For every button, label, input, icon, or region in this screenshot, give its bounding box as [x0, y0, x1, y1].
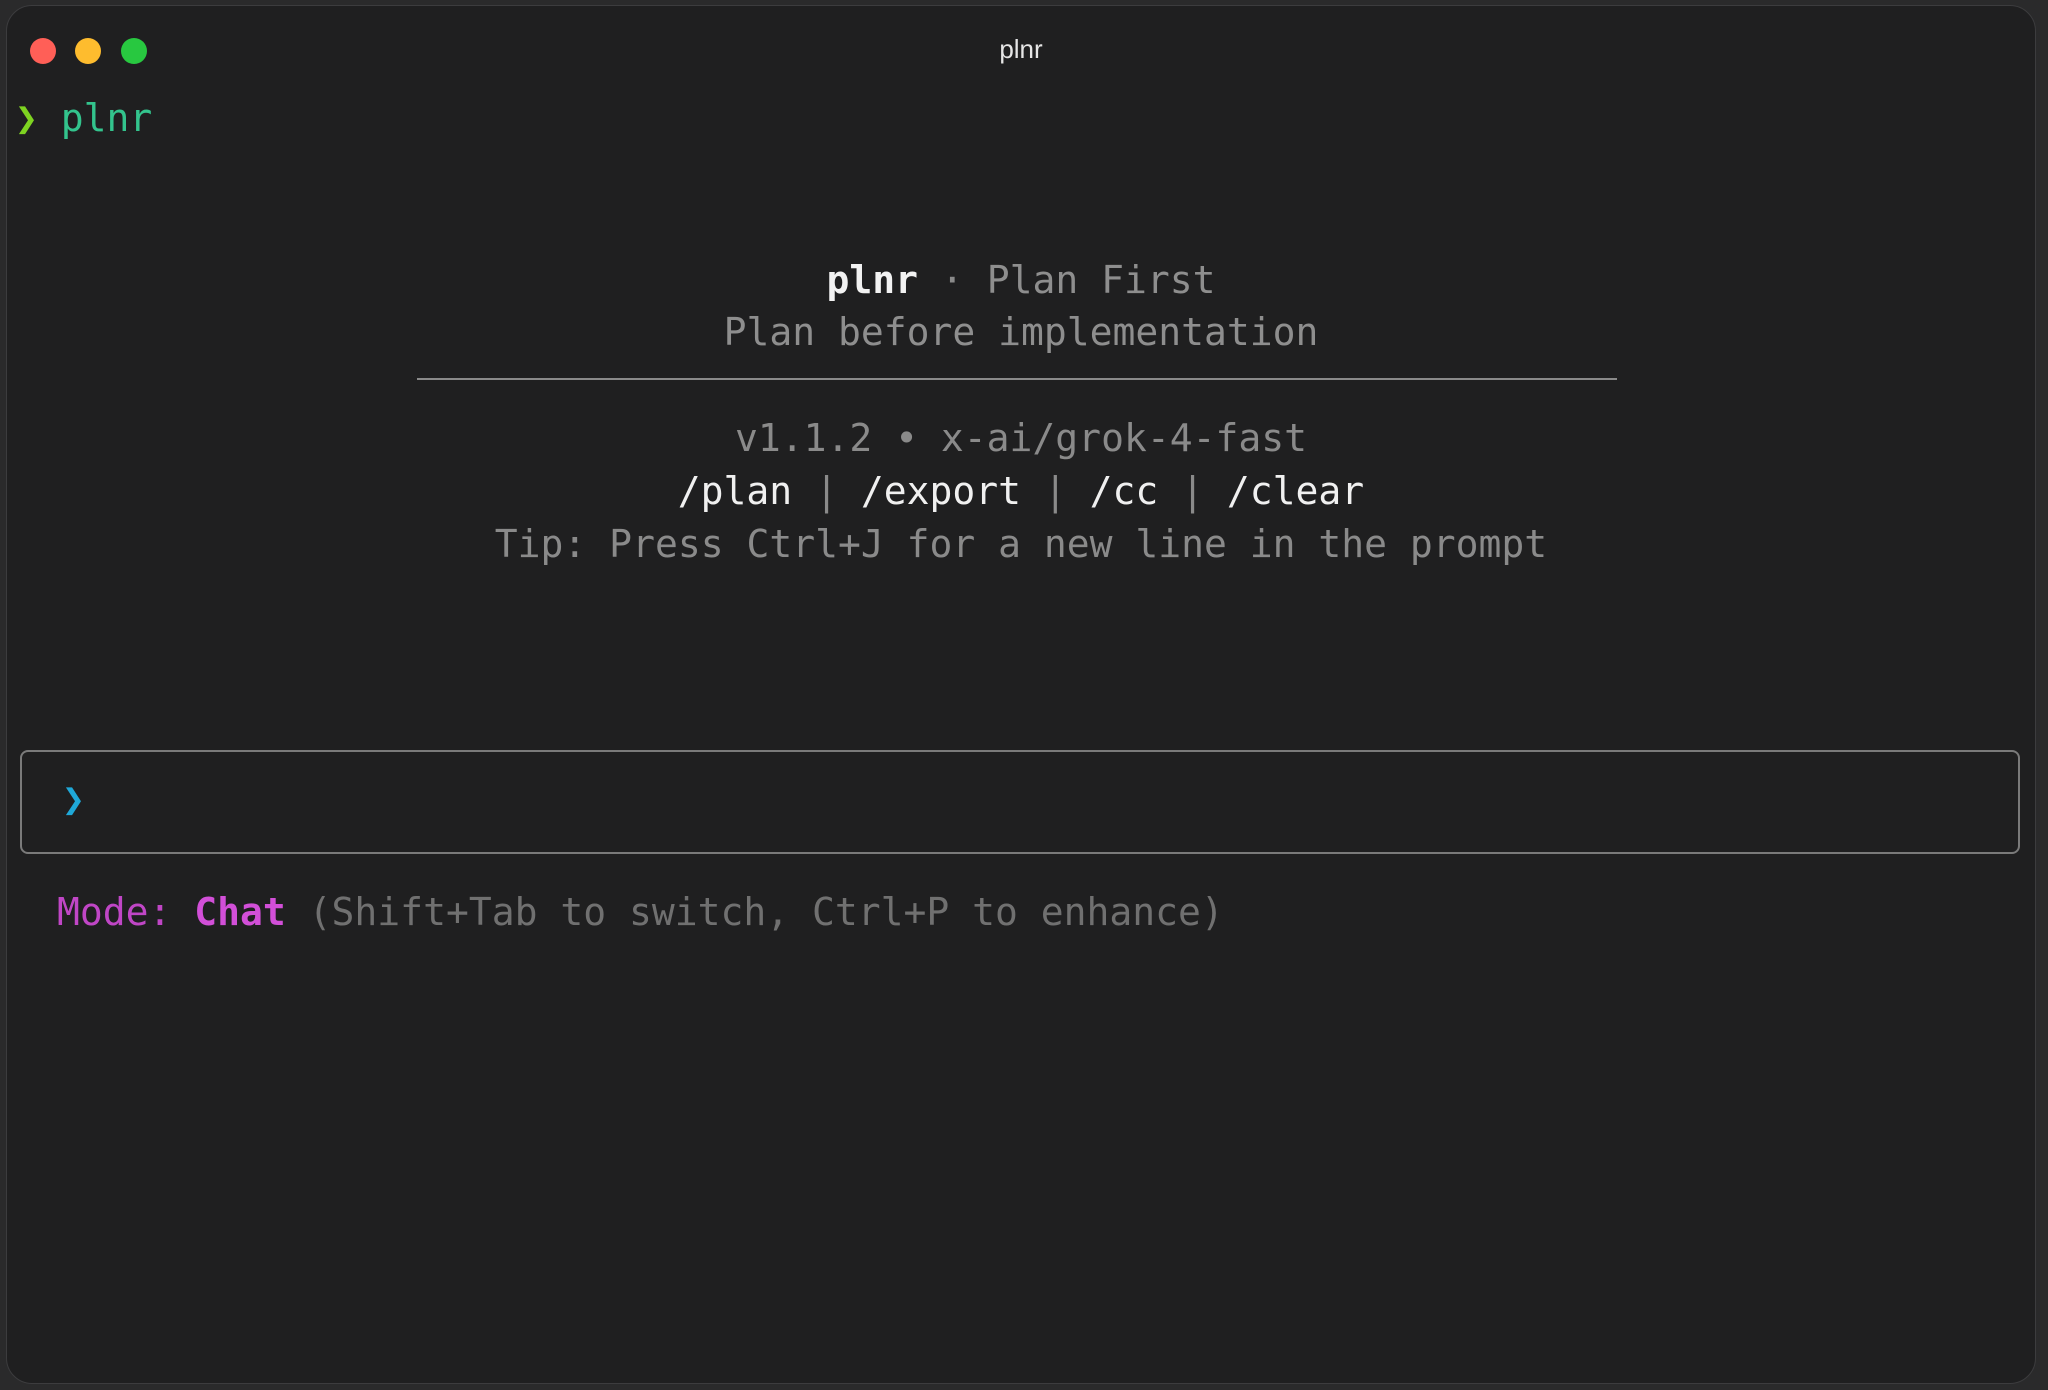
app-name: plnr: [826, 258, 919, 302]
mode-hint: (Shift+Tab to switch, Ctrl+P to enhance): [285, 890, 1224, 934]
command-separator: |: [1020, 469, 1090, 513]
command-separator: |: [1158, 469, 1227, 513]
prompt-box[interactable]: ❯: [20, 750, 2020, 854]
mode-status-line: Mode: Chat (Shift+Tab to switch, Ctrl+P …: [57, 886, 1224, 939]
banner-divider: [417, 378, 1617, 380]
command-clear: /clear: [1226, 469, 1365, 513]
shell-command-line: ❯ plnr: [15, 96, 152, 140]
window-title: plnr: [999, 34, 1043, 64]
tip-text: Tip: Press Ctrl+J for a new line in the …: [494, 522, 1548, 566]
version-line: v1.1.2 • x-ai/grok-4-fast: [735, 416, 1307, 460]
app-subtitle: Plan before implementation: [723, 310, 1319, 354]
shell-command: plnr: [60, 96, 153, 140]
command-separator: |: [792, 469, 861, 513]
command-cc: /cc: [1089, 469, 1159, 513]
title-separator: ·: [918, 258, 987, 302]
command-export: /export: [860, 469, 1021, 513]
mode-value: Chat: [194, 890, 286, 934]
prompt-input[interactable]: [112, 772, 1996, 834]
title-bar: plnr: [7, 6, 2035, 86]
command-plan: /plan: [677, 469, 793, 513]
mode-label: Mode:: [57, 890, 195, 934]
prompt-chevron-icon: ❯: [62, 777, 85, 821]
terminal-window: plnr ❯ plnr plnr · Plan First Plan befor…: [6, 5, 2036, 1384]
banner-title-line: plnr · Plan First: [7, 254, 2035, 307]
app-tagline: Plan First: [986, 258, 1216, 302]
shell-prompt-icon: ❯: [15, 96, 38, 140]
command-list: /plan | /export | /cc | /clear: [7, 465, 2035, 518]
